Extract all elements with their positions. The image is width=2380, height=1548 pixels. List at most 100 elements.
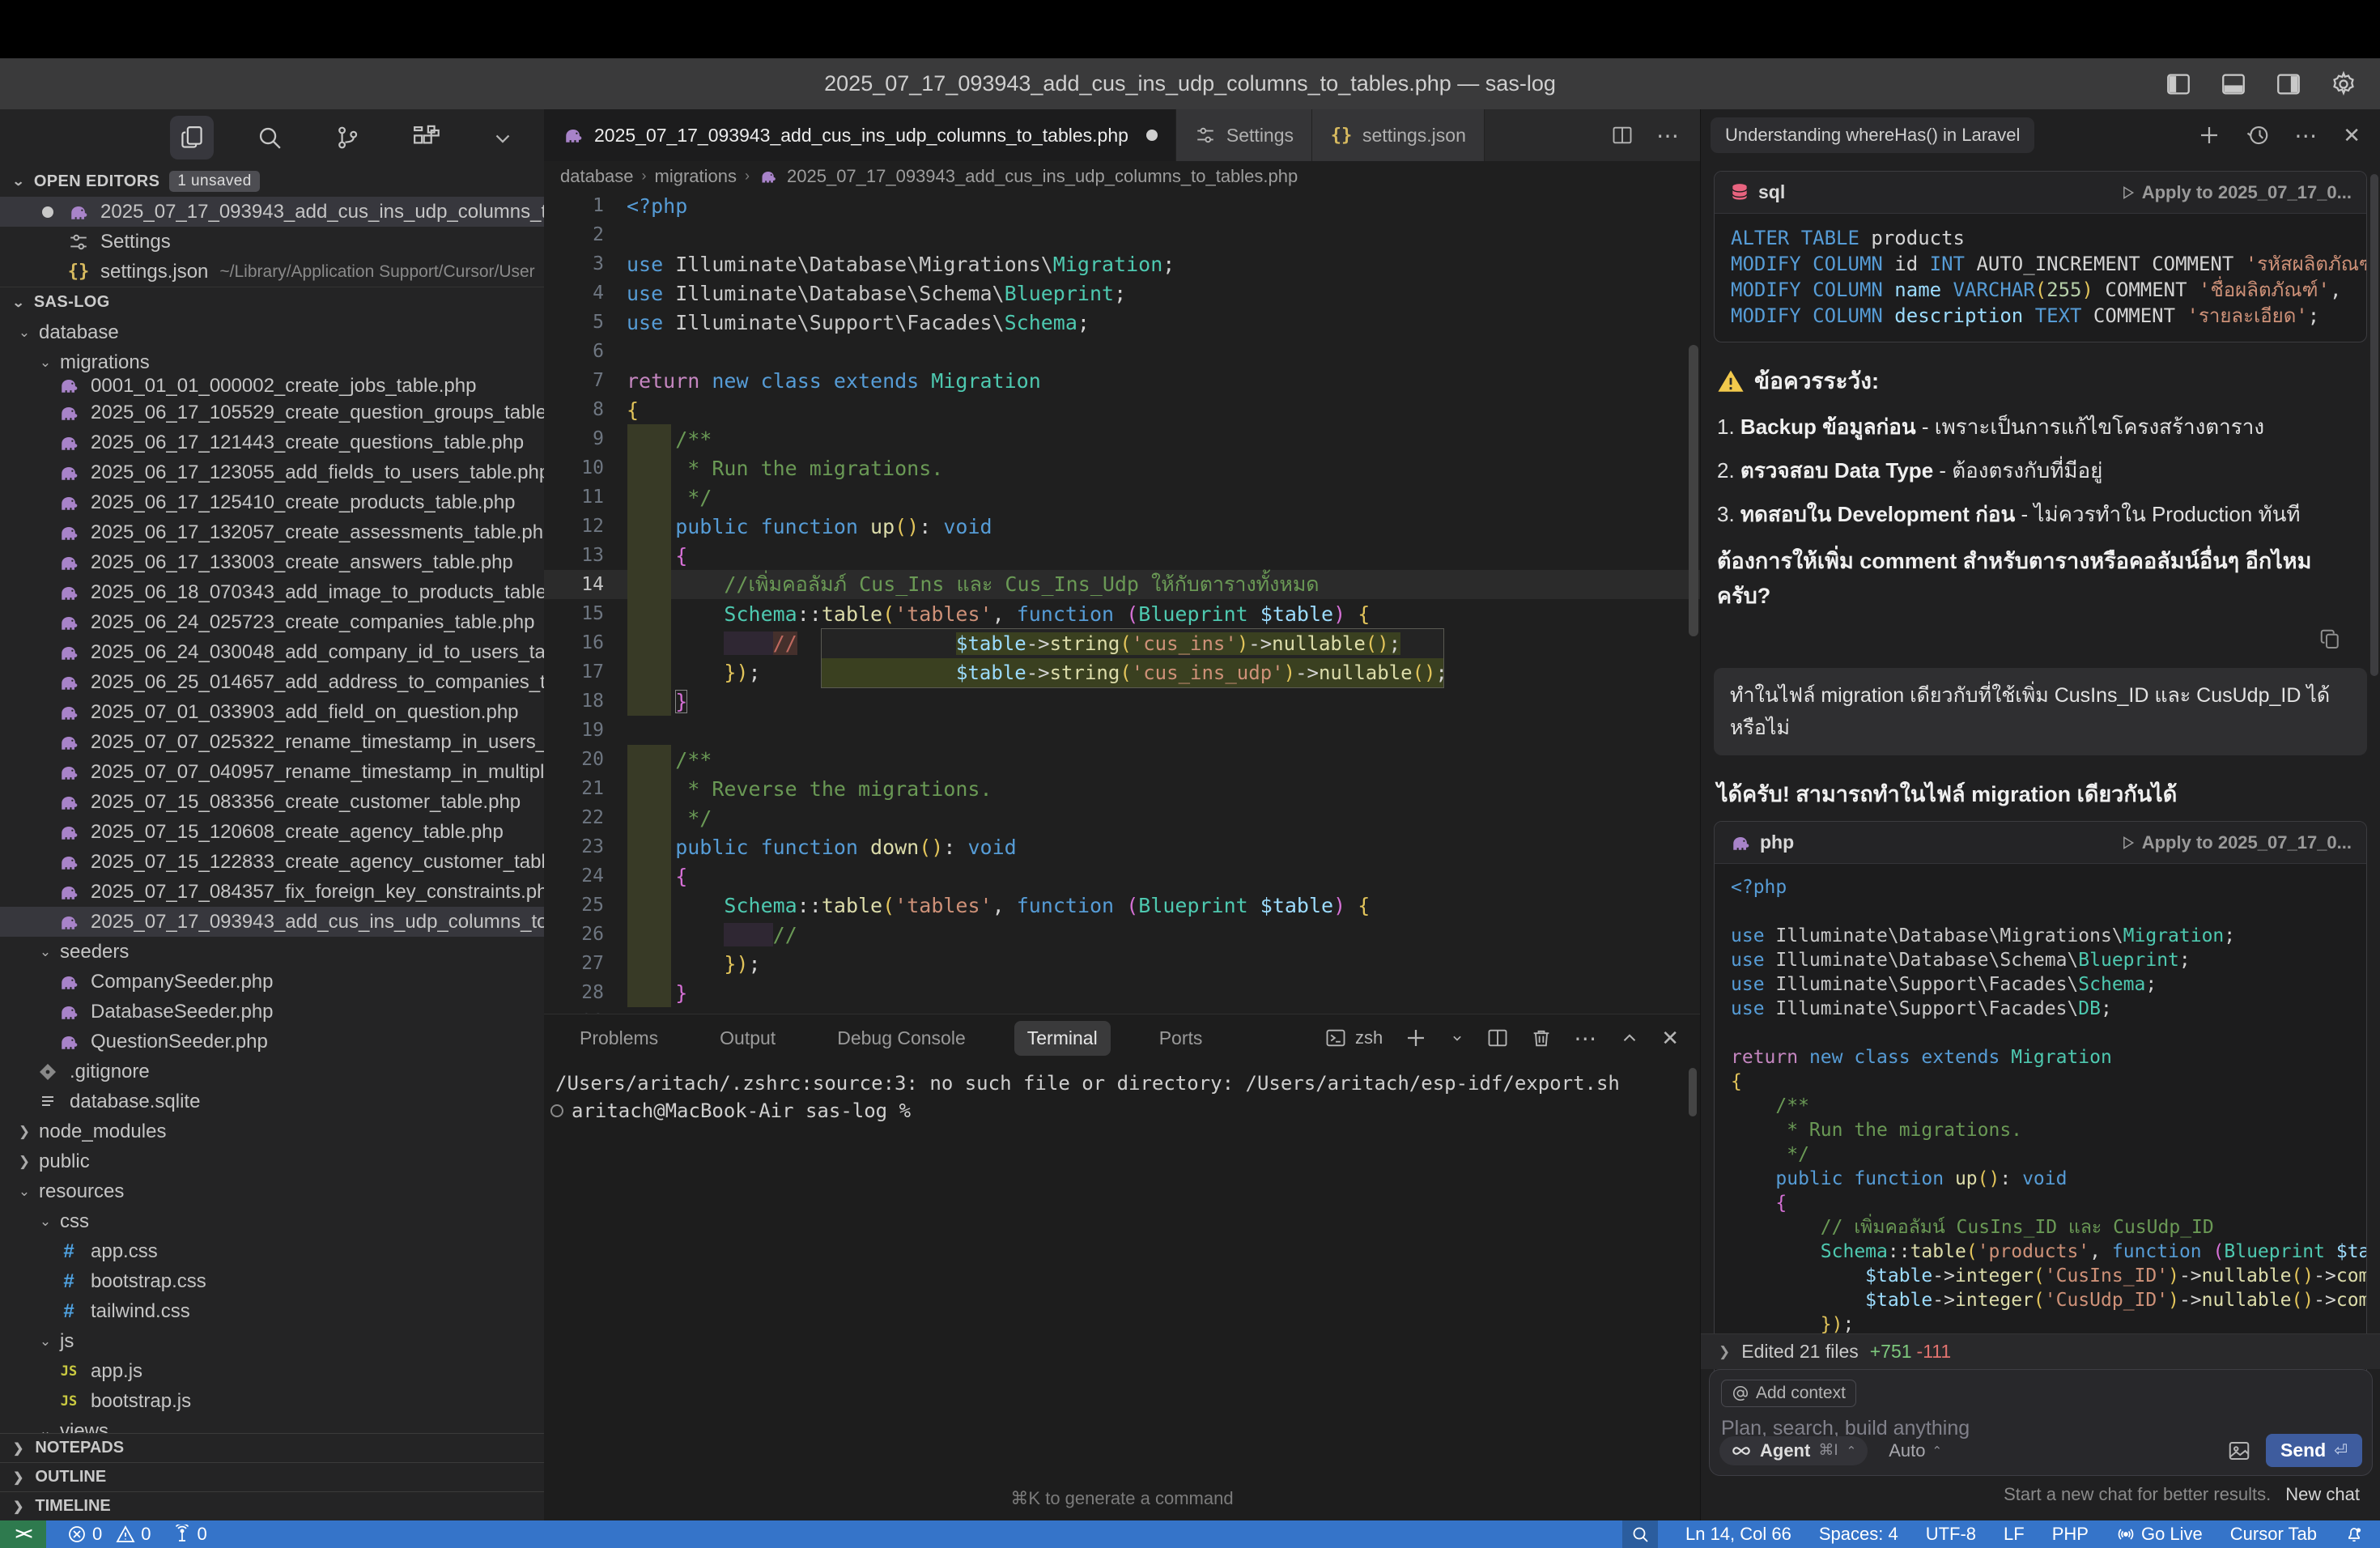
go-live-button[interactable]: Go Live xyxy=(2116,1524,2203,1545)
chevron-up-icon[interactable] xyxy=(1619,1027,1640,1048)
language-mode[interactable]: PHP xyxy=(2052,1524,2089,1545)
new-chat-icon[interactable] xyxy=(2197,123,2221,147)
gear-icon[interactable] xyxy=(2330,70,2357,98)
panel-tab-debug-console[interactable]: Debug Console xyxy=(824,1021,979,1056)
remote-indicator[interactable]: >< xyxy=(0,1520,46,1548)
tree-file[interactable]: 2025_07_15_120608_create_agency_table.ph… xyxy=(0,817,544,847)
tree-folder[interactable]: ⌄seeders xyxy=(0,937,544,967)
encoding-status[interactable]: UTF-8 xyxy=(1926,1524,1976,1545)
send-button[interactable]: Send⏎ xyxy=(2266,1434,2362,1467)
files-icon[interactable] xyxy=(170,116,214,159)
open-editor-item[interactable]: Settings xyxy=(0,227,544,257)
toggle-sidebar-icon[interactable] xyxy=(2165,70,2192,98)
tree-file[interactable]: #tailwind.css xyxy=(0,1296,544,1326)
caret-down-small[interactable] xyxy=(1449,1030,1465,1046)
tree-file[interactable]: 2025_06_17_123055_add_fields_to_users_ta… xyxy=(0,457,544,487)
editor-scrollbar[interactable] xyxy=(1689,345,1698,636)
source-control-icon[interactable] xyxy=(325,116,369,159)
sidebar-section-outline[interactable]: ❯OUTLINE xyxy=(0,1462,544,1491)
problems-status[interactable]: 0 0 xyxy=(67,1524,151,1545)
tree-folder[interactable]: ⌄resources xyxy=(0,1176,544,1206)
apply-button[interactable]: Apply to 2025_07_17_0... xyxy=(2119,182,2352,203)
code-editor[interactable]: 1<?php23use Illuminate\Database\Migratio… xyxy=(544,191,1700,1014)
tree-file[interactable]: QuestionSeeder.php xyxy=(0,1027,544,1057)
chevron-down-icon[interactable] xyxy=(481,116,525,159)
add-context-chip[interactable]: Add context xyxy=(1721,1380,1856,1407)
open-editors-header[interactable]: ⌄ OPEN EDITORS 1 unsaved xyxy=(0,166,544,197)
tree-file[interactable]: 2025_06_24_025723_create_companies_table… xyxy=(0,607,544,637)
tree-file[interactable]: 2025_06_17_125410_create_products_table.… xyxy=(0,487,544,517)
more-actions-icon[interactable]: ⋯ xyxy=(1656,122,1681,149)
breadcrumb-file[interactable]: 2025_07_17_093943_add_cus_ins_udp_column… xyxy=(787,166,1298,187)
cursor-position[interactable]: Ln 14, Col 66 xyxy=(1685,1524,1791,1545)
close-icon[interactable]: ✕ xyxy=(1661,1026,1679,1051)
tree-file[interactable]: 2025_07_01_033903_add_field_on_question.… xyxy=(0,697,544,727)
tab-2025-07-17-093943-add-cus-ins-udp-columns-to-tables-php[interactable]: 2025_07_17_093943_add_cus_ins_udp_column… xyxy=(544,109,1176,161)
more-icon[interactable]: ⋯ xyxy=(2294,122,2318,149)
bell-icon[interactable] xyxy=(2344,1525,2364,1544)
tab-settings[interactable]: Settings xyxy=(1176,109,1312,161)
tree-file[interactable]: 2025_07_07_040957_rename_timestamp_in_mu… xyxy=(0,757,544,787)
tree-file[interactable]: 2025_06_17_105529_create_question_groups… xyxy=(0,398,544,427)
tree-file[interactable]: 2025_07_17_093943_add_cus_ins_udp_column… xyxy=(0,907,544,937)
cursor-tab-status[interactable]: Cursor Tab xyxy=(2230,1524,2317,1545)
chat-tab[interactable]: Understanding whereHas() in Laravel xyxy=(1711,117,2034,153)
sidebar-section-timeline[interactable]: ❯TIMELINE xyxy=(0,1491,544,1520)
ports-status[interactable]: 0 xyxy=(172,1524,207,1545)
tree-file[interactable]: DatabaseSeeder.php xyxy=(0,997,544,1027)
tree-file[interactable]: 2025_06_18_070343_add_image_to_products_… xyxy=(0,577,544,607)
search-status-segment[interactable] xyxy=(1622,1520,1658,1548)
ellipsis-icon[interactable]: ⋯ xyxy=(1574,1025,1598,1052)
tree-file[interactable]: 2025_07_17_084357_fix_foreign_key_constr… xyxy=(0,877,544,907)
tree-folder[interactable]: ⌄database xyxy=(0,317,544,347)
terminal-scrollbar[interactable] xyxy=(1689,1068,1697,1116)
copy-icon[interactable] xyxy=(2318,627,2343,652)
project-root-header[interactable]: ⌄ SAS-LOG xyxy=(0,287,544,317)
tree-file[interactable]: 2025_06_25_014657_add_address_to_compani… xyxy=(0,667,544,697)
tree-file[interactable]: 2025_06_17_121443_create_questions_table… xyxy=(0,427,544,457)
tree-file[interactable]: 2025_07_15_083356_create_customer_table.… xyxy=(0,787,544,817)
agent-mode-selector[interactable]: Agent ⌘I ⌃ xyxy=(1719,1436,1868,1465)
terminal-output[interactable]: /Users/aritach/.zshrc:source:3: no such … xyxy=(544,1061,1700,1125)
model-selector[interactable]: Auto⌃ xyxy=(1889,1440,1942,1461)
tab-settings-json[interactable]: {}settings.json xyxy=(1312,109,1485,161)
tree-file[interactable]: 2025_06_17_132057_create_assessments_tab… xyxy=(0,517,544,547)
tree-file[interactable]: 2025_06_17_133003_create_answers_table.p… xyxy=(0,547,544,577)
tree-file[interactable]: #app.css xyxy=(0,1236,544,1266)
panel-tab-output[interactable]: Output xyxy=(707,1021,788,1056)
open-editor-item[interactable]: {}settings.json~/Library/Application Sup… xyxy=(0,257,544,287)
search-icon[interactable] xyxy=(248,116,291,159)
apply-button[interactable]: Apply to 2025_07_17_0... xyxy=(2119,832,2352,853)
panel-tab-terminal[interactable]: Terminal xyxy=(1014,1021,1111,1056)
tree-file[interactable]: 2025_06_24_030048_add_company_id_to_user… xyxy=(0,637,544,667)
tree-folder[interactable]: ❯node_modules xyxy=(0,1116,544,1146)
extensions-icon[interactable] xyxy=(403,116,447,159)
plus-icon[interactable] xyxy=(1404,1026,1428,1050)
tree-file[interactable]: .gitignore xyxy=(0,1057,544,1087)
trash-icon[interactable] xyxy=(1530,1027,1553,1049)
split-icon[interactable] xyxy=(1486,1027,1509,1049)
breadcrumb-segment[interactable]: migrations xyxy=(655,166,737,187)
panel-tab-problems[interactable]: Problems xyxy=(567,1021,671,1056)
image-icon[interactable] xyxy=(2227,1439,2251,1463)
sidebar-section-notepads[interactable]: ❯NOTEPADS xyxy=(0,1433,544,1462)
split-editor-icon[interactable] xyxy=(1611,124,1634,147)
tree-file[interactable]: JSbootstrap.js xyxy=(0,1386,544,1416)
tree-folder[interactable]: ⌄css xyxy=(0,1206,544,1236)
toggle-secondary-sidebar-icon[interactable] xyxy=(2275,70,2302,98)
new-chat-button[interactable]: New chat xyxy=(2285,1484,2360,1505)
chat-input-box[interactable]: Add context Plan, search, build anything… xyxy=(1709,1369,2373,1476)
tree-file[interactable]: JSapp.js xyxy=(0,1356,544,1386)
breadcrumb[interactable]: database›migrations›2025_07_17_093943_ad… xyxy=(544,161,1700,191)
tree-folder[interactable]: ❯public xyxy=(0,1146,544,1176)
tree-file[interactable]: CompanySeeder.php xyxy=(0,967,544,997)
tree-file[interactable]: 2025_07_07_025322_rename_timestamp_in_us… xyxy=(0,727,544,757)
history-icon[interactable] xyxy=(2246,123,2270,147)
panel-tab-ports[interactable]: Ports xyxy=(1146,1021,1216,1056)
edited-files-row[interactable]: ❯ Edited 21 files +751-111 xyxy=(1701,1333,2380,1369)
breadcrumb-segment[interactable]: database xyxy=(560,166,634,187)
eol-status[interactable]: LF xyxy=(2004,1524,2025,1545)
toggle-panel-icon[interactable] xyxy=(2220,70,2247,98)
tree-file[interactable]: database.sqlite xyxy=(0,1087,544,1116)
tree-folder[interactable]: ⌄migrations xyxy=(0,347,544,377)
